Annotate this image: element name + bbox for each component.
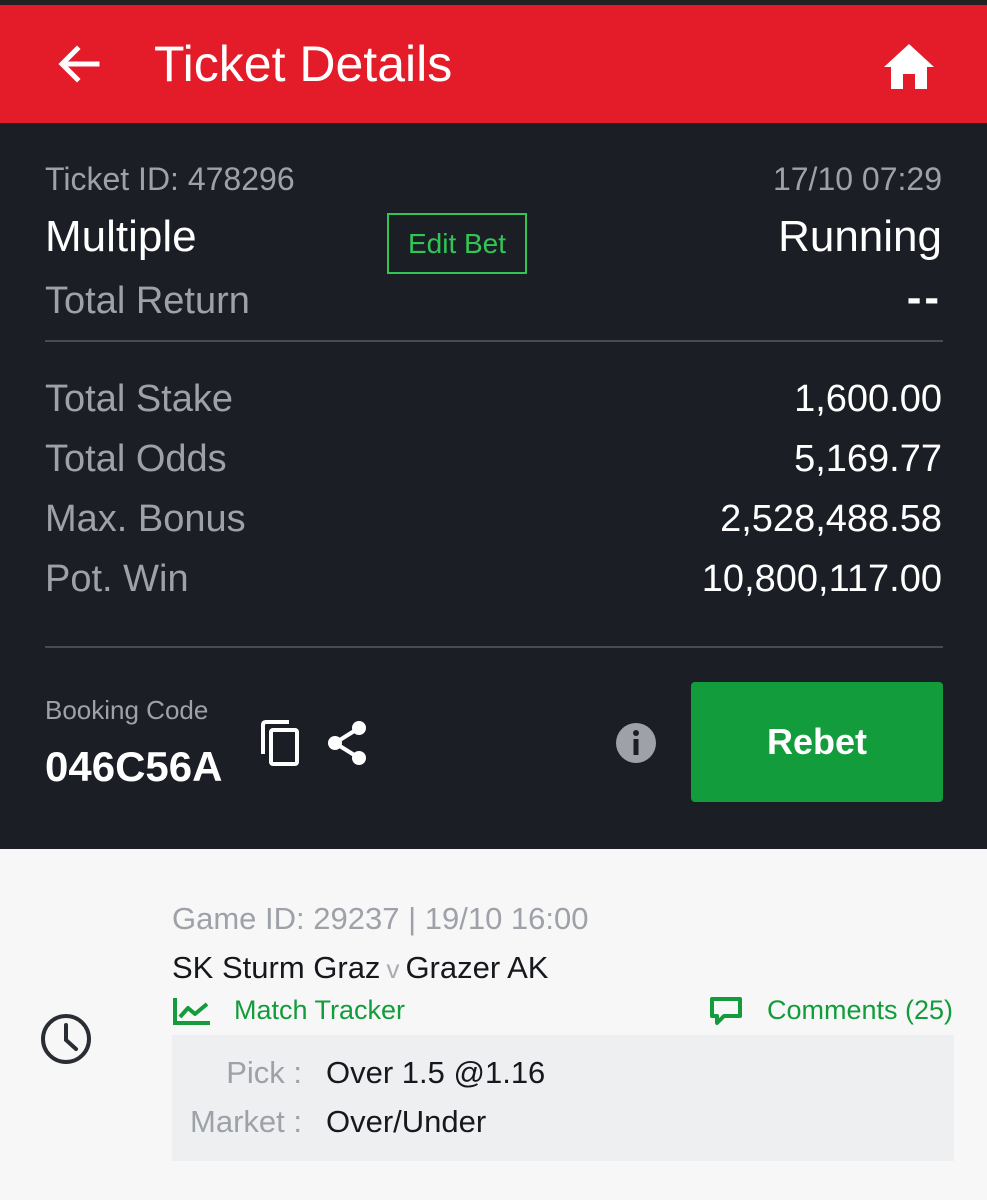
home-team: SK Sturm Graz: [172, 950, 381, 985]
share-button[interactable]: [323, 717, 371, 769]
page-title: Ticket Details: [154, 36, 453, 92]
chart-line-icon: [173, 997, 210, 1025]
total-stake-label: Total Stake: [45, 378, 233, 420]
divider: [45, 340, 943, 342]
total-odds-value: 5,169.77: [794, 438, 942, 480]
arrow-left-icon: [58, 45, 100, 83]
share-icon: [328, 721, 366, 765]
game-status: [38, 1011, 94, 1067]
back-button[interactable]: [50, 35, 108, 93]
pot-win-value: 10,800,117.00: [701, 558, 942, 600]
versus-label: v: [386, 954, 400, 984]
max-bonus-value: 2,528,488.58: [720, 498, 942, 540]
market-label: Market :: [190, 1104, 302, 1139]
comments-label: Comments (25): [766, 995, 953, 1025]
game-selection: Game ID: 29237 | 19/10 16:00 SK Sturm Gr…: [0, 849, 987, 1200]
pick-label: Pick :: [226, 1055, 302, 1090]
divider: [45, 646, 943, 648]
info-button[interactable]: [612, 719, 660, 767]
bet-status: Running: [778, 212, 942, 261]
ticket-id: Ticket ID: 478296: [45, 161, 295, 197]
away-team: Grazer AK: [405, 950, 549, 985]
game-meta: Game ID: 29237 | 19/10 16:00: [172, 901, 589, 936]
rebet-button[interactable]: Rebet: [691, 682, 943, 802]
info-icon: [616, 723, 656, 763]
total-odds-label: Total Odds: [45, 438, 227, 480]
booking-code-label: Booking Code: [45, 695, 209, 725]
clock-icon: [41, 1014, 91, 1064]
booking-code: 046C56A: [45, 743, 223, 790]
ticket-datetime: 17/10 07:29: [772, 161, 942, 197]
copy-icon: [261, 720, 299, 766]
total-return-label: Total Return: [45, 280, 250, 322]
pick-details: Pick : Over 1.5 @1.16 Market : Over/Unde…: [172, 1035, 954, 1161]
app-bar: Ticket Details: [0, 5, 987, 123]
copy-button[interactable]: [258, 717, 304, 769]
ticket-summary: Ticket ID: 478296 17/10 07:29 Multiple E…: [0, 123, 987, 849]
comments-link[interactable]: Comments (25): [709, 995, 953, 1026]
total-return-value: --: [906, 273, 942, 322]
pot-win-label: Pot. Win: [45, 558, 189, 600]
match-tracker-link[interactable]: Match Tracker: [172, 995, 405, 1026]
comment-icon: [709, 996, 742, 1025]
bet-type: Multiple: [45, 212, 197, 261]
market-value: Over/Under: [326, 1104, 487, 1139]
home-icon: [884, 44, 934, 89]
edit-bet-button[interactable]: Edit Bet: [387, 213, 527, 274]
match-tracker-label: Match Tracker: [234, 995, 406, 1025]
match-teams: SK Sturm Graz v Grazer AK: [172, 950, 548, 986]
max-bonus-label: Max. Bonus: [45, 498, 246, 540]
pick-value: Over 1.5 @1.16: [326, 1055, 546, 1090]
home-button[interactable]: [880, 37, 938, 95]
total-stake-value: 1,600.00: [794, 378, 942, 420]
